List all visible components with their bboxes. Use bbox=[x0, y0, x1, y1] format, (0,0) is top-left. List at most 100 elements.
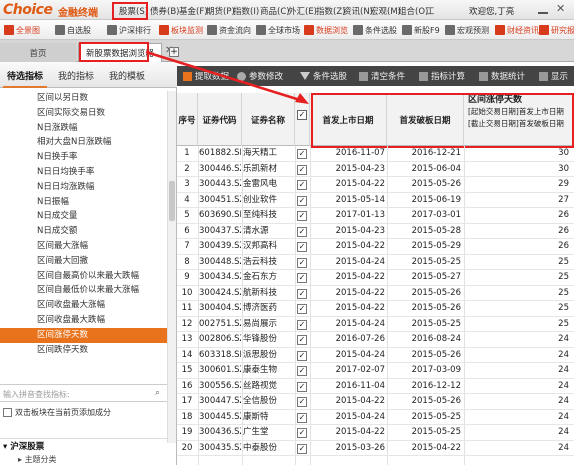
tab-candidate-indicators[interactable]: 待选指标 bbox=[7, 69, 43, 82]
scroll-thumb[interactable] bbox=[169, 181, 175, 221]
row-checkbox[interactable]: ✓ bbox=[297, 242, 307, 252]
toolbar-watchlist[interactable]: 自选股 bbox=[55, 23, 91, 37]
row-checkbox[interactable]: ✓ bbox=[297, 195, 307, 206]
row-checkbox[interactable]: ✓ bbox=[297, 412, 307, 423]
indicator-item[interactable]: 区间最大回撤 bbox=[0, 254, 167, 269]
row-checkbox[interactable]: ✓ bbox=[297, 149, 307, 159]
menu-news[interactable]: 资讯(N) bbox=[343, 5, 373, 17]
indicator-calc-button[interactable]: 指标计算 bbox=[419, 69, 465, 83]
search-icon[interactable]: ⌕ bbox=[155, 388, 160, 398]
table-row[interactable]: 4 300451.SZ 创业软件 2015-05-14 2015-06-19 27 ✓ bbox=[177, 193, 574, 208]
row-checkbox[interactable]: ✓ bbox=[297, 381, 307, 392]
indicator-item[interactable]: 区间实际交易日数 bbox=[0, 106, 167, 121]
minimize-icon[interactable] bbox=[538, 4, 548, 14]
toolbar-data-browser[interactable]: 数据浏览 bbox=[304, 23, 348, 37]
table-row[interactable]: 9 300434.SZ 金石东方 2015-04-22 2015-05-27 25 ✓ bbox=[177, 270, 574, 286]
table-row[interactable]: 10 300424.SZ 航新科技 2015-04-22 2015-05-26 25 ✓ bbox=[177, 286, 574, 301]
table-row[interactable]: 3 300443.SZ 金雷风电 2015-04-22 2015-05-26 29 ✓ bbox=[177, 177, 574, 193]
subsection-theme[interactable]: ▸ 主题分类 bbox=[18, 454, 57, 465]
header-name[interactable]: 证券名称 bbox=[242, 93, 295, 146]
indicator-item[interactable]: 区间自最高价以来最大跌幅 bbox=[0, 269, 167, 284]
modify-params-button[interactable]: 参数修改 bbox=[237, 69, 283, 83]
display-button[interactable]: 显示 bbox=[539, 69, 568, 83]
table-row[interactable]: 17 300447.SZ 全信股份 2015-04-22 2015-05-26 24 ✓ bbox=[177, 394, 574, 410]
row-checkbox[interactable]: ✓ bbox=[297, 304, 307, 314]
row-checkbox[interactable]: ✓ bbox=[297, 428, 307, 438]
row-checkbox[interactable]: ✓ bbox=[297, 397, 307, 407]
indicator-item[interactable]: 区间收盘最大跌幅 bbox=[0, 313, 167, 328]
indicator-scrollbar[interactable] bbox=[167, 91, 176, 443]
menu-futures[interactable]: 期货(P) bbox=[206, 5, 235, 17]
row-checkbox[interactable]: ✓ bbox=[297, 443, 307, 454]
row-checkbox[interactable]: ✓ bbox=[297, 164, 307, 175]
data-stats-button[interactable]: 数据统计 bbox=[479, 69, 525, 83]
table-row[interactable]: 13 002806.SZ 华锋股份 2016-07-26 2016-08-24 24 ✓ bbox=[177, 332, 574, 348]
indicator-item[interactable]: N日日均涨跌幅 bbox=[0, 180, 167, 195]
indicator-item[interactable]: N日涨跌幅 bbox=[0, 121, 167, 136]
row-checkbox[interactable]: ✓ bbox=[297, 350, 307, 361]
toolbar-global-market[interactable]: 全球市场 bbox=[256, 23, 300, 37]
table-row[interactable]: 8 300448.SZ 浩云科技 2015-04-24 2015-05-25 25 ✓ bbox=[177, 255, 574, 270]
row-checkbox[interactable]: ✓ bbox=[297, 257, 307, 268]
table-row[interactable]: 5 603690.SH至纯科技 2017-01-13 2017-03-01 26 ✓ bbox=[177, 208, 574, 224]
checkbox-icon[interactable] bbox=[3, 407, 12, 417]
row-checkbox[interactable]: ✓ bbox=[297, 288, 307, 299]
menu-bonds[interactable]: 债券(B) bbox=[150, 5, 179, 17]
clear-conditions-button[interactable]: 清空条件 bbox=[359, 69, 405, 83]
menu-index-2[interactable]: 指数(Z) bbox=[316, 5, 345, 17]
menu-forex[interactable]: 外汇(E) bbox=[288, 5, 317, 17]
table-row[interactable]: 7 300439.SZ 汉邦高科 2015-04-22 2015-05-29 26 ✓ bbox=[177, 239, 574, 255]
table-row[interactable]: 6 300437.SZ 清水源 2015-04-23 2015-05-28 26 ✓ bbox=[177, 224, 574, 239]
toolbar-macro-forecast[interactable]: 宏观预测 bbox=[445, 23, 489, 37]
menu-tools[interactable]: 工 bbox=[426, 5, 435, 17]
menu-portfolio[interactable]: 组合(O) bbox=[398, 5, 428, 17]
close-icon[interactable]: ✕ bbox=[556, 2, 565, 15]
row-checkbox[interactable]: ✓ bbox=[297, 211, 307, 221]
indicator-item[interactable]: N日成交量 bbox=[0, 209, 167, 224]
table-row[interactable]: 16 300556.SZ 丝路视觉 2016-11-04 2016-12-12 24 ✓ bbox=[177, 379, 574, 394]
row-checkbox[interactable]: ✓ bbox=[297, 366, 307, 376]
toolbar-sector-monitor[interactable]: 板块监测 bbox=[159, 23, 203, 37]
table-row[interactable]: 18 300445.SZ 康斯特 2015-04-24 2015-05-25 24 ✓ bbox=[177, 410, 574, 425]
indicator-item[interactable]: 区间最大涨幅 bbox=[0, 239, 167, 254]
indicator-search-input[interactable]: 输入拼音查找指标: bbox=[0, 384, 167, 402]
table-row[interactable]: 20 300435.SZ 中泰股份 2015-03-26 2015-04-22 24 ✓ bbox=[177, 441, 574, 456]
indicator-item[interactable]: N日换手率 bbox=[0, 150, 167, 165]
header-code[interactable]: 证券代码 bbox=[198, 93, 242, 146]
row-checkbox[interactable]: ✓ bbox=[297, 180, 307, 190]
menu-macro[interactable]: 宏观(M) bbox=[370, 5, 401, 17]
toolbar-research[interactable]: 研究报告 bbox=[539, 23, 574, 37]
extract-data-button[interactable]: 提取数据 bbox=[183, 69, 229, 83]
header-seq[interactable]: 序号 bbox=[177, 93, 198, 146]
toolbar-overview[interactable]: 全景图 bbox=[4, 23, 40, 37]
indicator-item[interactable]: 区间自最低价以来最大涨幅 bbox=[0, 283, 167, 298]
toolbar-ranking[interactable]: 沪深排行 bbox=[107, 23, 151, 37]
indicator-item[interactable]: N日日均换手率 bbox=[0, 165, 167, 180]
select-all-checkbox[interactable]: ✓ bbox=[297, 110, 307, 120]
row-checkbox[interactable]: ✓ bbox=[297, 319, 307, 330]
indicator-item[interactable]: 区间涨停天数 bbox=[0, 327, 167, 343]
table-row[interactable]: 1 601882.SH海天精工 2016-11-07 2016-12-21 30 ✓ bbox=[177, 146, 574, 162]
indicator-item[interactable]: N日成交额 bbox=[0, 224, 167, 239]
toolbar-stock-screener[interactable]: 条件选股 bbox=[353, 23, 397, 37]
stock-screen-button[interactable]: 条件选股 bbox=[300, 69, 347, 83]
section-sh-sz-stocks[interactable]: ▾ 沪深股票 bbox=[0, 438, 167, 454]
menu-funds[interactable]: 基金(F) bbox=[179, 5, 208, 17]
indicator-item[interactable]: 相对大盘N日涨跌幅 bbox=[0, 135, 167, 150]
tab-my-indicators[interactable]: 我的指标 bbox=[58, 69, 94, 82]
tab-home[interactable]: 首页 bbox=[0, 43, 76, 62]
add-components-checkbox[interactable]: 双击板块在当前页添加成分 bbox=[0, 404, 167, 420]
table-row[interactable]: 2 300446.SZ 乐凯新材 2015-04-23 2015-06-04 30 ✓ bbox=[177, 162, 574, 177]
indicator-item[interactable]: 区间跌停天数 bbox=[0, 343, 167, 358]
toolbar-news[interactable]: 财经资讯 bbox=[495, 23, 539, 37]
toolbar-fund-flow[interactable]: 资金流向 bbox=[207, 23, 251, 37]
table-row[interactable]: 19 300436.SZ 广生堂 2015-04-22 2015-05-25 24 ✓ bbox=[177, 425, 574, 441]
toolbar-new-f9[interactable]: 新股F9 bbox=[402, 23, 440, 37]
add-tab-icon[interactable]: + bbox=[169, 47, 179, 57]
row-checkbox[interactable]: ✓ bbox=[297, 226, 307, 237]
tab-my-templates[interactable]: 我的模板 bbox=[109, 69, 145, 82]
table-row[interactable]: 15 300601.SZ 康泰生物 2017-02-07 2017-03-09 24 ✓ bbox=[177, 363, 574, 379]
menu-commodities[interactable]: 商品(C) bbox=[260, 5, 290, 17]
indicator-item[interactable]: N日振幅 bbox=[0, 195, 167, 210]
table-row[interactable]: 12 002751.SZ 易尚展示 2015-04-24 2015-05-25 25 ✓ bbox=[177, 317, 574, 332]
